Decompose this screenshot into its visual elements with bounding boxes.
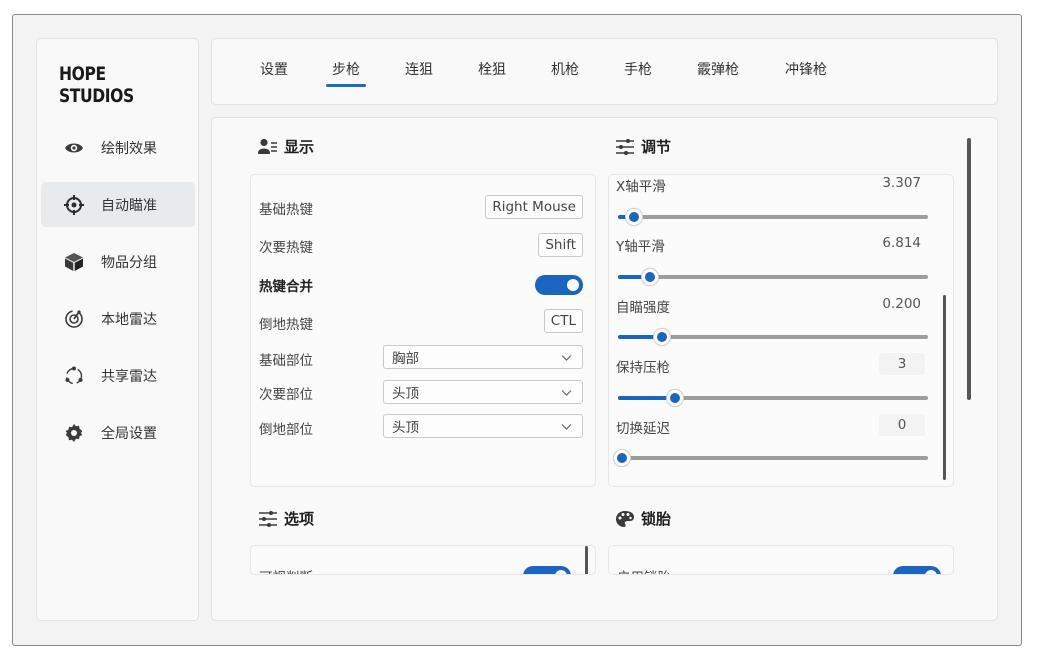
options-card-scrollbar[interactable] xyxy=(585,546,588,574)
adjust-section-title: 调节 xyxy=(615,136,671,157)
secondary-hotkey-label: 次要热键 xyxy=(259,240,313,256)
aim-strength-label: 自瞄强度 xyxy=(616,300,670,316)
sidebar-item-shared-radar[interactable]: 共享雷达 xyxy=(41,353,195,398)
tab-bolt-sniper[interactable]: 栓狙 xyxy=(478,59,506,79)
slider-thumb[interactable] xyxy=(665,389,684,407)
section-title-text: 选项 xyxy=(284,510,315,528)
sidebar-item-label: 自动瞄准 xyxy=(101,197,157,214)
aim-strength-value: 0.200 xyxy=(882,296,921,312)
enable-lock-label: 启用锁胎 xyxy=(617,566,671,574)
chevron-down-icon xyxy=(561,424,572,430)
main-scrollbar[interactable] xyxy=(967,138,971,400)
switch-delay-value[interactable]: 0 xyxy=(879,414,925,436)
eye-icon xyxy=(63,137,85,159)
display-section-title: 显示 xyxy=(258,136,314,157)
switch-delay-slider[interactable] xyxy=(613,449,928,467)
brand-logo: HOPE STUDIOS xyxy=(59,63,134,107)
y-smooth-value: 6.814 xyxy=(882,235,921,251)
cube-icon xyxy=(63,251,85,273)
switch-delay-label: 切换延迟 xyxy=(616,421,670,437)
lock-section-title: 锁胎 xyxy=(615,508,671,529)
sliders-icon xyxy=(616,138,634,155)
crosshair-icon xyxy=(63,194,85,216)
recoil-hold-label: 保持压枪 xyxy=(616,360,670,376)
slider-thumb[interactable] xyxy=(653,328,672,346)
basic-part-select[interactable]: 胸部 xyxy=(383,345,583,369)
user-list-icon xyxy=(258,138,277,154)
tab-lmg[interactable]: 机枪 xyxy=(551,59,579,79)
down-part-value: 头顶 xyxy=(392,420,419,436)
options-section-title: 选项 xyxy=(258,508,314,529)
x-smooth-label: X轴平滑 xyxy=(616,179,666,195)
adjust-card: X轴平滑 3.307 Y轴平滑 6.814 自瞄强度 0.200 保持压枪 3 … xyxy=(608,174,954,487)
tab-settings[interactable]: 设置 xyxy=(260,59,288,79)
display-card: 基础热键 Right Mouse 次要热键 Shift 热键合并 倒地热键 CT… xyxy=(250,174,596,487)
gear-icon xyxy=(63,422,85,444)
basic-hotkey-label: 基础热键 xyxy=(259,202,313,218)
tab-smg[interactable]: 冲锋枪 xyxy=(785,59,827,79)
sidebar-item-local-radar[interactable]: 本地雷达 xyxy=(41,296,195,341)
weapon-tabbar: 设置 步枪 连狙 栓狙 机枪 手枪 霰弹枪 冲锋枪 xyxy=(211,38,998,105)
down-part-label: 倒地部位 xyxy=(259,422,313,438)
tab-dmr[interactable]: 连狙 xyxy=(405,59,433,79)
merge-hotkey-label: 热键合并 xyxy=(259,279,313,295)
section-title-text: 锁胎 xyxy=(641,510,672,528)
slider-thumb[interactable] xyxy=(625,208,644,226)
sidebar-item-auto-aim[interactable]: 自动瞄准 xyxy=(41,182,195,227)
sidebar-item-label: 全局设置 xyxy=(101,425,157,442)
tab-shotgun[interactable]: 霰弹枪 xyxy=(697,59,739,79)
basic-part-value: 胸部 xyxy=(392,351,419,367)
options-card: 可视判断 xyxy=(250,545,596,575)
sidebar-nav: 绘制效果 自动瞄准 物品分组 本地雷达 共享雷达 全局设置 xyxy=(41,125,195,467)
slider-thumb[interactable] xyxy=(640,268,659,286)
secondary-hotkey-button[interactable]: Shift xyxy=(538,233,583,257)
sidebar-item-label: 物品分组 xyxy=(101,254,157,271)
aim-strength-slider[interactable] xyxy=(618,328,928,346)
basic-hotkey-button[interactable]: Right Mouse xyxy=(485,195,583,219)
sidebar-item-label: 共享雷达 xyxy=(101,368,157,385)
share-nodes-icon xyxy=(63,365,85,387)
sidebar-item-global-settings[interactable]: 全局设置 xyxy=(41,410,195,455)
sidebar-item-label: 绘制效果 xyxy=(101,140,157,157)
lock-card: 启用锁胎 xyxy=(608,545,954,575)
secondary-part-select[interactable]: 头顶 xyxy=(383,380,583,404)
y-smooth-slider[interactable] xyxy=(618,268,928,286)
main-panel: 显示 基础热键 Right Mouse 次要热键 Shift 热键合并 倒地热键… xyxy=(211,117,998,621)
visibility-check-label: 可视判断 xyxy=(259,566,313,574)
x-smooth-slider[interactable] xyxy=(618,208,928,226)
enable-lock-toggle[interactable] xyxy=(893,566,941,574)
merge-hotkey-toggle[interactable] xyxy=(535,275,583,295)
y-smooth-label: Y轴平滑 xyxy=(616,239,665,255)
sidebar-item-draw-effects[interactable]: 绘制效果 xyxy=(41,125,195,170)
down-hotkey-label: 倒地热键 xyxy=(259,317,313,333)
radar-icon xyxy=(63,308,85,330)
adjust-card-scrollbar[interactable] xyxy=(943,295,946,480)
tab-rifle[interactable]: 步枪 xyxy=(326,59,366,87)
slider-thumb[interactable] xyxy=(613,449,631,467)
x-smooth-value: 3.307 xyxy=(882,175,921,191)
down-hotkey-button[interactable]: CTL xyxy=(543,309,583,333)
down-part-select[interactable]: 头顶 xyxy=(383,414,583,438)
section-title-text: 显示 xyxy=(284,138,315,156)
secondary-part-value: 头顶 xyxy=(392,386,419,402)
recoil-hold-value[interactable]: 3 xyxy=(879,353,925,375)
section-title-text: 调节 xyxy=(641,138,672,156)
visibility-check-toggle[interactable] xyxy=(523,566,571,574)
sidebar-item-item-groups[interactable]: 物品分组 xyxy=(41,239,195,284)
sidebar-item-label: 本地雷达 xyxy=(101,311,157,328)
sliders-icon xyxy=(259,510,277,527)
secondary-part-label: 次要部位 xyxy=(259,387,313,403)
palette-icon xyxy=(616,510,634,527)
sidebar: HOPE STUDIOS 绘制效果 自动瞄准 物品分组 本地雷达 共享雷达 全局… xyxy=(36,38,199,621)
recoil-hold-slider[interactable] xyxy=(618,389,928,407)
basic-part-label: 基础部位 xyxy=(259,353,313,369)
tab-pistol[interactable]: 手枪 xyxy=(624,59,652,79)
chevron-down-icon xyxy=(561,355,572,361)
chevron-down-icon xyxy=(561,390,572,396)
